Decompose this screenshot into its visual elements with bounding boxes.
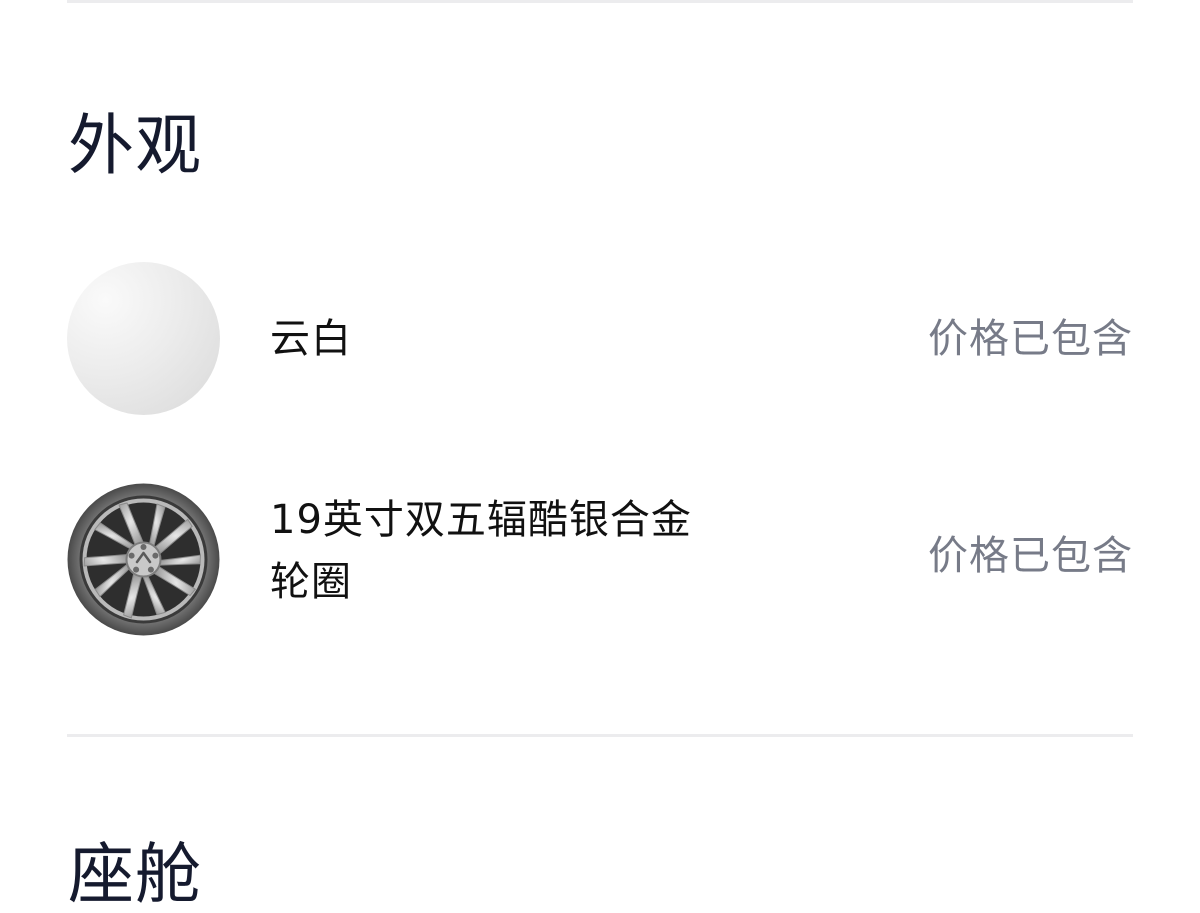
section-divider [67, 734, 1133, 737]
section-title-cabin: 座舱 [68, 836, 202, 913]
section-title-exterior: 外观 [68, 107, 202, 184]
top-divider [67, 0, 1133, 3]
option-row-wheel[interactable]: 19英寸双五辐酷银合金 轮圈 价格已包含 [67, 483, 1133, 637]
option-name-wheel-line2: 轮圈 [270, 559, 352, 605]
option-price-status: 价格已包含 [928, 316, 1133, 362]
option-price-status: 价格已包含 [928, 533, 1133, 579]
option-name-wheel: 19英寸双五辐酷银合金 轮圈 [270, 489, 770, 613]
option-name-color: 云白 [270, 316, 352, 362]
wheel-thumbnail [67, 483, 220, 636]
option-row-color[interactable]: 云白 价格已包含 [67, 262, 1133, 416]
option-name-wheel-line1: 19英寸双五辐酷银合金 [270, 497, 692, 543]
alloy-wheel-icon [67, 483, 220, 636]
color-swatch-thumbnail [67, 262, 220, 415]
